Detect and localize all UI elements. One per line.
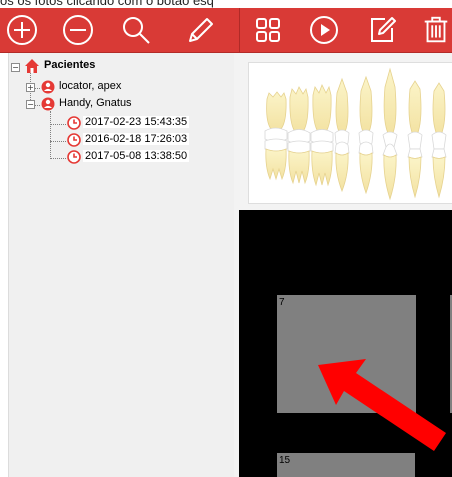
home-icon [25, 59, 39, 73]
premolar-tooth [335, 152, 349, 193]
expand-toggle[interactable]: + [26, 83, 35, 92]
tree-connector [50, 141, 66, 142]
premolar-tooth [359, 75, 373, 134]
delete-button[interactable] [420, 8, 452, 52]
tree-item-patient[interactable]: locator, apex [59, 80, 121, 92]
cropped-caption-text: os os fotos clicando com o botão esq [0, 0, 214, 8]
molar-tooth [265, 148, 287, 181]
incisor-tooth [432, 156, 446, 199]
clock-icon [67, 150, 81, 164]
edit-button[interactable] [180, 8, 220, 52]
thumbnail-label: 7 [279, 297, 285, 308]
edit-doc-icon [371, 17, 396, 42]
incisor-tooth [408, 80, 422, 136]
collapse-toggle[interactable]: − [26, 100, 35, 109]
molar-tooth [288, 150, 310, 185]
remove-button[interactable] [58, 8, 98, 52]
teeth-chart [264, 67, 447, 201]
molar-tooth [311, 150, 333, 187]
edit-document-button[interactable] [362, 8, 402, 52]
pencil-icon [189, 18, 213, 42]
odontogram-panel[interactable] [248, 62, 452, 204]
canine-tooth [383, 154, 397, 201]
thumbnail-label: 15 [279, 455, 291, 466]
clock-icon [67, 133, 81, 147]
play-button[interactable] [304, 8, 344, 52]
collapse-toggle[interactable]: − [11, 63, 20, 72]
grid-icon [256, 18, 280, 42]
minus-circle-icon [63, 15, 93, 45]
search-icon [123, 17, 150, 44]
plus-circle-icon [7, 15, 37, 45]
tree-item-patient[interactable]: Handy, Gnatus [59, 97, 132, 109]
tree-root-pacientes[interactable]: Pacientes [44, 59, 95, 71]
tree-item-session[interactable]: 2017-05-08 13:38:50 [83, 150, 190, 162]
annotation-arrow-icon [318, 359, 446, 451]
premolar-tooth [359, 152, 373, 195]
patient-icon [41, 97, 55, 111]
add-button[interactable] [2, 8, 42, 52]
tree-connector [50, 124, 66, 125]
canine-tooth [383, 67, 397, 136]
trash-icon [424, 16, 448, 43]
tree-connector [50, 111, 51, 159]
toolbar [0, 8, 452, 53]
molar-tooth [266, 91, 287, 132]
play-icon [310, 16, 338, 44]
search-button[interactable] [116, 8, 156, 52]
clock-icon [67, 116, 81, 130]
upper-teeth [266, 67, 446, 136]
tree-connector [50, 158, 66, 159]
molar-tooth [312, 84, 332, 134]
premolar-tooth [335, 77, 349, 134]
molar-tooth [289, 86, 309, 134]
tree-item-session[interactable]: 2016-02-18 17:26:03 [83, 133, 190, 145]
grid-button[interactable] [248, 8, 288, 52]
patient-tree-panel: − Pacientes + locator, apex − Handy, Gna… [8, 53, 235, 477]
incisor-tooth [408, 156, 422, 199]
toolbar-separator [239, 8, 240, 52]
tree-item-session[interactable]: 2017-02-23 15:43:35 [83, 116, 190, 128]
patient-icon [41, 80, 55, 94]
incisor-tooth [432, 82, 446, 136]
